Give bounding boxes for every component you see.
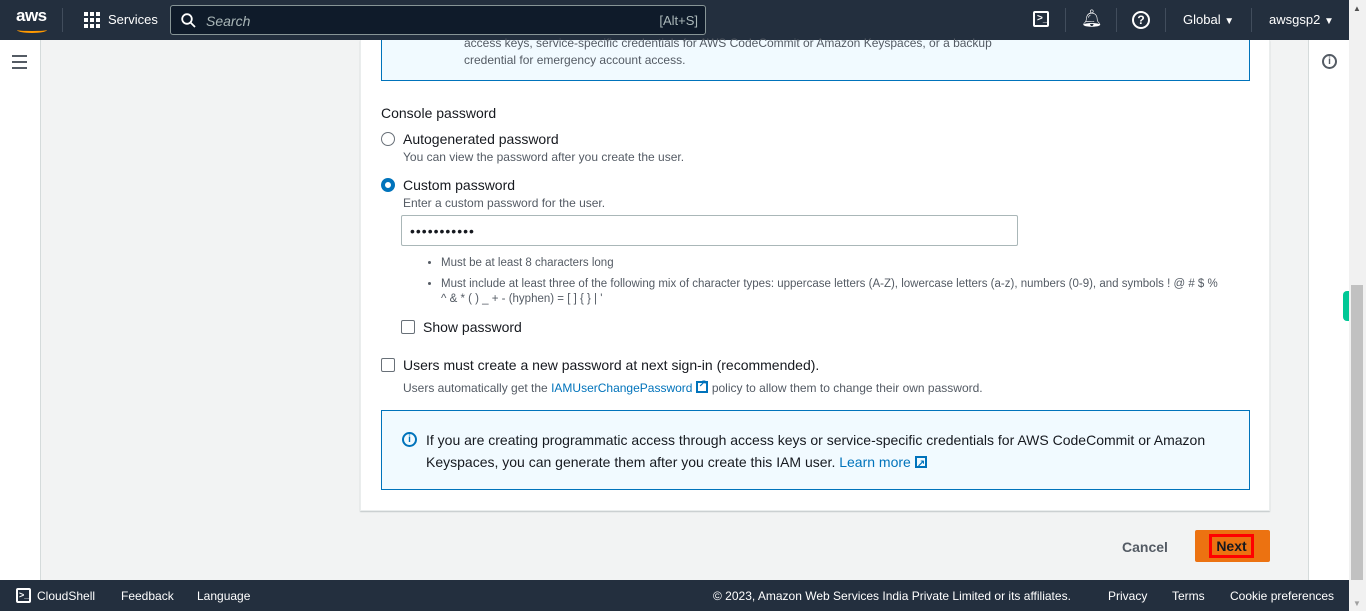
search-placeholder: Search bbox=[206, 13, 251, 29]
show-password-label[interactable]: Show password bbox=[423, 319, 522, 335]
next-label: Next bbox=[1209, 534, 1254, 558]
region-label: Global bbox=[1183, 12, 1221, 27]
footer-feedback[interactable]: Feedback bbox=[121, 589, 174, 603]
tools-panel: i bbox=[1308, 40, 1349, 580]
divider bbox=[1165, 8, 1166, 32]
account-menu[interactable]: awsgsp2 ▼ bbox=[1269, 12, 1334, 27]
info-alert-top: access keys, service-specific credential… bbox=[381, 36, 1250, 81]
show-password-checkbox[interactable] bbox=[401, 320, 415, 334]
aws-logo[interactable]: aws bbox=[16, 6, 47, 33]
cancel-button[interactable]: Cancel bbox=[1122, 539, 1168, 555]
scrollbar[interactable]: ▲ ▼ bbox=[1349, 0, 1366, 611]
divider bbox=[62, 8, 63, 32]
console-password-label: Console password bbox=[381, 105, 497, 121]
password-settings-panel: access keys, service-specific credential… bbox=[360, 36, 1270, 511]
notifications-bell-icon[interactable]: 🔔︎ bbox=[1081, 9, 1103, 29]
scrollbar-thumb[interactable] bbox=[1351, 285, 1363, 580]
footer-terms[interactable]: Terms bbox=[1172, 589, 1205, 603]
footer: >_ CloudShell Feedback Language © 2023, … bbox=[0, 580, 1349, 611]
learn-more-link[interactable]: Learn more bbox=[839, 454, 911, 470]
logo-text: aws bbox=[16, 6, 47, 25]
cloudshell-icon[interactable]: >_ bbox=[1033, 11, 1049, 27]
search-input[interactable]: Search [Alt+S] bbox=[170, 5, 706, 35]
rule-item: Must include at least three of the follo… bbox=[441, 277, 1223, 307]
account-label: awsgsp2 bbox=[1269, 12, 1321, 27]
search-icon bbox=[181, 13, 196, 28]
info-alert-bottom: i If you are creating programmatic acces… bbox=[381, 410, 1250, 490]
divider bbox=[1251, 8, 1252, 32]
scroll-down-icon[interactable]: ▼ bbox=[1353, 599, 1361, 608]
region-selector[interactable]: Global ▼ bbox=[1183, 12, 1234, 27]
custom-password-radio[interactable] bbox=[381, 178, 395, 192]
footer-copyright: © 2023, Amazon Web Services India Privat… bbox=[713, 589, 1071, 603]
external-link-icon bbox=[914, 454, 927, 476]
footer-privacy[interactable]: Privacy bbox=[1108, 589, 1147, 603]
top-navigation: aws Services Search [Alt+S] >_ 🔔︎ ? Glob… bbox=[0, 0, 1349, 40]
custom-password-desc: Enter a custom password for the user. bbox=[403, 196, 606, 210]
alert-text: access keys, service-specific credential… bbox=[464, 36, 992, 67]
side-navigation-toggle-panel bbox=[0, 40, 41, 580]
hamburger-menu-icon[interactable] bbox=[12, 55, 27, 69]
caret-down-icon: ▼ bbox=[1224, 16, 1235, 27]
policy-note: Users automatically get the IAMUserChang… bbox=[403, 379, 983, 395]
autogenerated-password-desc: You can view the password after you crea… bbox=[403, 150, 685, 164]
divider bbox=[1116, 8, 1117, 32]
search-shortcut: [Alt+S] bbox=[659, 13, 698, 28]
footer-cookie-preferences[interactable]: Cookie preferences bbox=[1230, 589, 1334, 603]
footer-language[interactable]: Language bbox=[197, 589, 250, 603]
cloudshell-icon[interactable]: >_ bbox=[16, 588, 31, 603]
custom-password-input[interactable]: ••••••••••• bbox=[401, 215, 1018, 246]
autogenerated-password-label[interactable]: Autogenerated password bbox=[403, 131, 559, 147]
external-link-icon bbox=[696, 379, 709, 393]
next-button[interactable]: Next bbox=[1195, 530, 1270, 562]
caret-down-icon: ▼ bbox=[1323, 16, 1334, 27]
scroll-up-icon[interactable]: ▲ bbox=[1353, 4, 1361, 13]
policy-link[interactable]: IAMUserChangePassword bbox=[551, 381, 692, 395]
password-rules: Must be at least 8 characters long Must … bbox=[423, 256, 1223, 307]
services-button[interactable]: Services bbox=[108, 12, 158, 27]
custom-password-label[interactable]: Custom password bbox=[403, 177, 515, 193]
require-reset-label[interactable]: Users must create a new password at next… bbox=[403, 357, 819, 373]
divider bbox=[1065, 8, 1066, 32]
rule-item: Must be at least 8 characters long bbox=[441, 256, 1223, 271]
info-circle-icon: i bbox=[402, 432, 417, 447]
services-grid-icon bbox=[84, 12, 100, 28]
autogenerated-password-radio[interactable] bbox=[381, 132, 395, 146]
alert-text: If you are creating programmatic access … bbox=[426, 429, 1226, 476]
footer-cloudshell[interactable]: CloudShell bbox=[37, 589, 95, 603]
info-icon[interactable]: i bbox=[1322, 54, 1337, 69]
help-icon[interactable]: ? bbox=[1132, 11, 1150, 29]
require-reset-checkbox[interactable] bbox=[381, 358, 395, 372]
